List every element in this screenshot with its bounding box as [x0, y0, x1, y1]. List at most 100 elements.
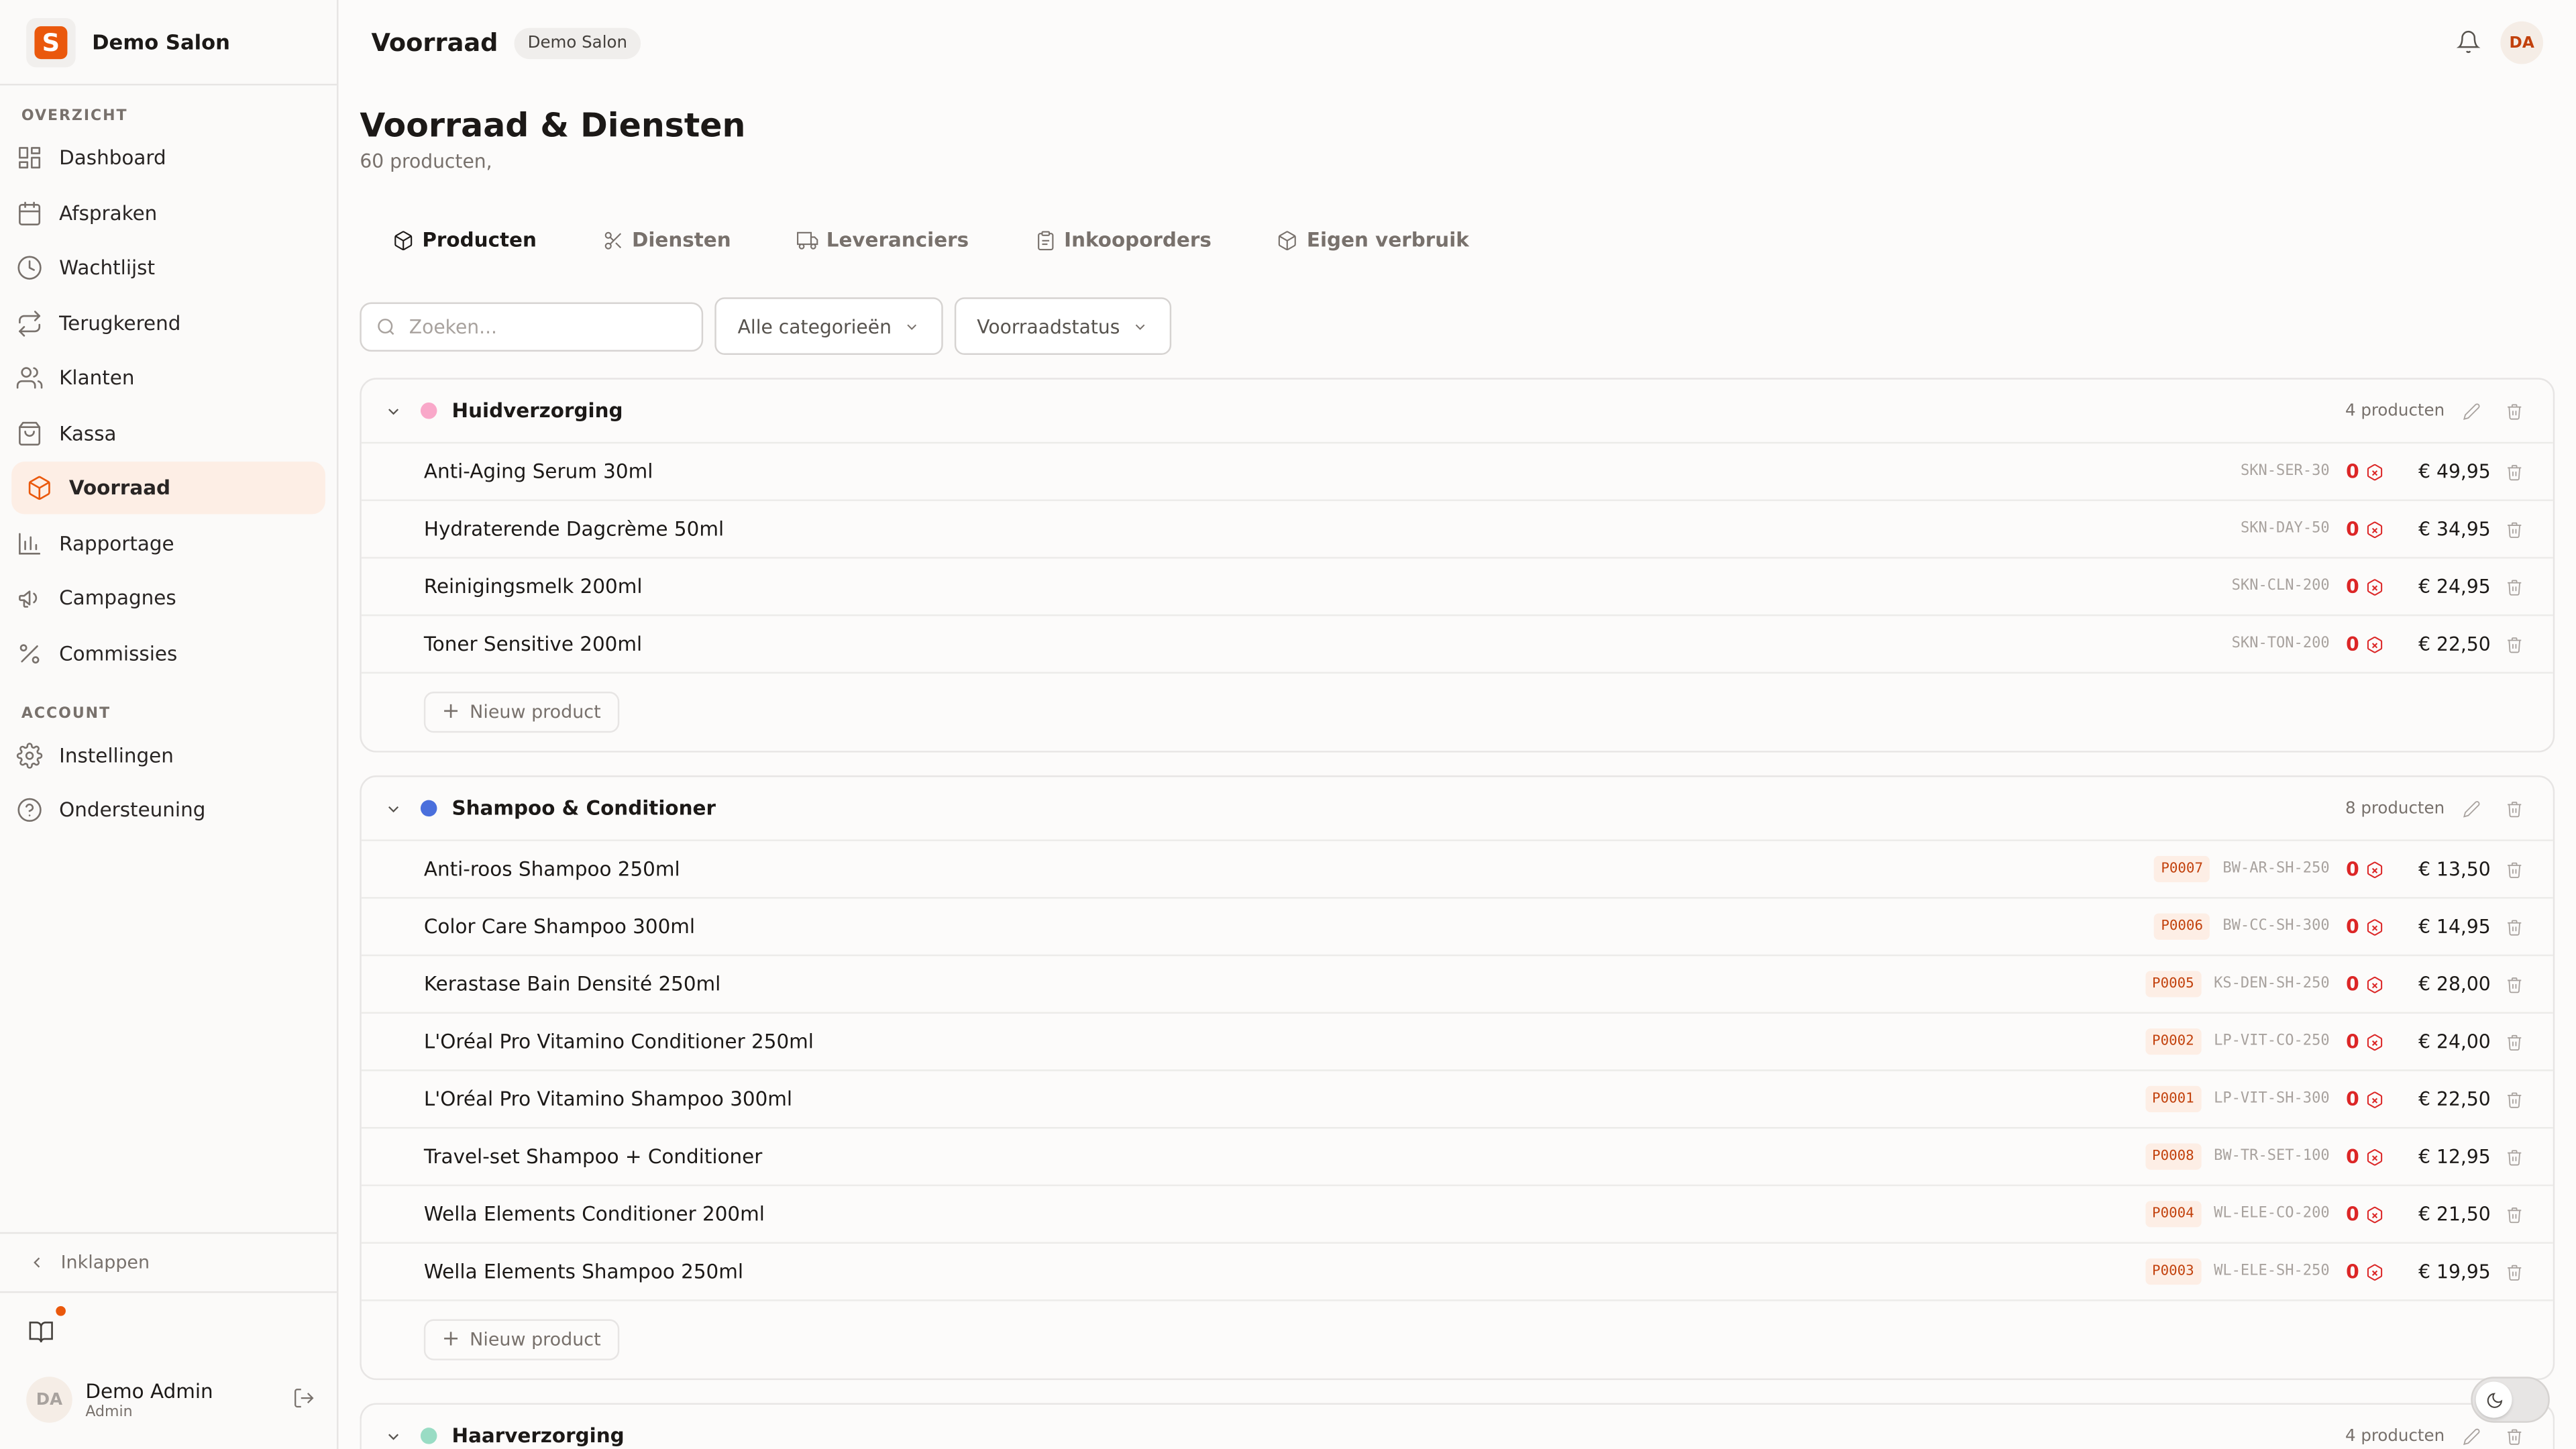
delete-product-button[interactable]: [2506, 456, 2524, 488]
plus-icon: +: [441, 700, 460, 725]
chevron-down-icon: [906, 323, 916, 329]
table-row[interactable]: Travel-set Shampoo + Conditioner P0008 BW-…: [361, 1127, 2553, 1185]
sidebar-item-ondersteuning[interactable]: Ondersteuning: [11, 784, 325, 836]
delete-product-button[interactable]: [2506, 1141, 2524, 1173]
table-row[interactable]: Wella Elements Shampoo 250ml P0003 WL-ELE-…: [361, 1242, 2553, 1299]
add-product-button[interactable]: + Nieuw product: [423, 1319, 619, 1360]
table-row[interactable]: Toner Sensitive 200ml SKN-TON-200 0 € 22,50: [361, 614, 2553, 672]
sidebar-item-label: Instellingen: [59, 743, 174, 767]
out-of-stock-icon: [2366, 629, 2384, 660]
tab-inkooporders[interactable]: Inkooporders: [1002, 228, 1244, 252]
delete-product-button[interactable]: [2506, 1026, 2524, 1057]
group-color-dot: [420, 1428, 437, 1444]
collapse-label: Inklappen: [60, 1252, 150, 1273]
salon-badge: Demo Salon: [514, 27, 641, 58]
edit-group-button[interactable]: [2463, 395, 2481, 427]
avatar[interactable]: DA: [2500, 21, 2544, 64]
sidebar-item-dashboard[interactable]: Dashboard: [11, 131, 325, 184]
logout-button[interactable]: [292, 1384, 315, 1415]
package-x-icon: [2367, 578, 2383, 595]
delete-product-button[interactable]: [2506, 1256, 2524, 1287]
table-row[interactable]: Color Care Shampoo 300ml P0006 BW-CC-SH-30…: [361, 897, 2553, 955]
sidebar-item-wachtlijst[interactable]: Wachtlijst: [11, 241, 325, 294]
sidebar-item-klanten[interactable]: Klanten: [11, 352, 325, 404]
brand-header[interactable]: S Demo Salon: [0, 0, 337, 86]
sidebar-item-terugkerend[interactable]: Terugkerend: [11, 297, 325, 349]
table-row[interactable]: L'Oréal Pro Vitamino Shampoo 300ml P0001 L…: [361, 1069, 2553, 1127]
collapse-group-button[interactable]: [384, 793, 402, 824]
sidebar-item-rapportage[interactable]: Rapportage: [11, 517, 325, 569]
out-of-stock-icon: [2366, 969, 2384, 1000]
category-select-value: Alle categorieën: [737, 314, 892, 338]
table-row[interactable]: Wella Elements Conditioner 200ml P0004 WL-…: [361, 1184, 2553, 1242]
stock-status-select[interactable]: Voorraadstatus: [953, 297, 1171, 355]
delete-product-button[interactable]: [2506, 853, 2524, 885]
add-product-label: Nieuw product: [470, 1329, 601, 1351]
table-row[interactable]: Reinigingsmelk 200ml SKN-CLN-200 0 € 24,95: [361, 557, 2553, 614]
delete-product-button[interactable]: [2506, 629, 2524, 660]
main-content: Voorraad & Diensten 60 producten, Produc…: [360, 85, 2555, 1449]
delete-product-button[interactable]: [2506, 1083, 2524, 1115]
sidebar-item-voorraad[interactable]: Voorraad: [11, 462, 325, 515]
delete-product-button[interactable]: [2506, 513, 2524, 545]
delete-group-button[interactable]: [2506, 793, 2524, 824]
delete-product-button[interactable]: [2506, 571, 2524, 602]
repeat-icon: [19, 309, 41, 336]
product-price: € 49,95: [2418, 460, 2491, 484]
tab-producten[interactable]: Producten: [360, 228, 570, 252]
notifications-button[interactable]: [2456, 30, 2481, 61]
sidebar-item-afspraken[interactable]: Afspraken: [11, 186, 325, 239]
product-code-badge: P0004: [2145, 1201, 2201, 1228]
trash-icon: [2508, 1264, 2522, 1280]
sidebar-item-instellingen[interactable]: Instellingen: [11, 729, 325, 781]
table-row[interactable]: Anti-roos Shampoo 250ml P0007 BW-AR-SH-250…: [361, 839, 2553, 897]
product-code-badge: P0007: [2154, 855, 2210, 883]
delete-product-button[interactable]: [2506, 1199, 2524, 1230]
product-price: € 14,95: [2418, 915, 2491, 938]
sidebar-item-commissies[interactable]: Commissies: [11, 627, 325, 679]
table-row[interactable]: Hydraterende Dagcrème 50ml SKN-DAY-50 0 € 3…: [361, 499, 2553, 557]
product-meta: P0003 WL-ELE-SH-250 0 € 19,95: [2145, 1256, 2523, 1287]
group-header[interactable]: Haarverzorging 4 producten: [362, 1405, 2553, 1449]
add-product-button[interactable]: + Nieuw product: [423, 692, 619, 733]
tab-diensten[interactable]: Diensten: [570, 228, 764, 252]
package-icon: [394, 230, 413, 250]
table-row[interactable]: Anti-Aging Serum 30ml SKN-SER-30 0 € 49,95: [361, 441, 2553, 500]
tab-leveranciers[interactable]: Leveranciers: [764, 228, 1002, 252]
chevron-down-icon: [388, 408, 399, 415]
product-meta: P0005 KS-DEN-SH-250 0 € 28,00: [2145, 969, 2523, 1000]
tab-bar: Producten Diensten Leveranciers Inkoopor…: [360, 215, 2555, 264]
product-price: € 28,00: [2418, 972, 2491, 996]
sidebar-item-campagnes[interactable]: Campagnes: [11, 572, 325, 624]
group-header[interactable]: Shampoo & Conditioner 8 producten: [362, 777, 2553, 839]
clock-icon: [17, 256, 42, 280]
collapse-group-button[interactable]: [384, 1420, 402, 1449]
product-price: € 24,00: [2418, 1030, 2491, 1053]
edit-group-button[interactable]: [2463, 1420, 2481, 1449]
sidebar-item-kassa[interactable]: Kassa: [11, 407, 325, 459]
add-product-label: Nieuw product: [470, 701, 601, 723]
category-select[interactable]: Alle categorieën: [714, 297, 943, 355]
trash-icon: [2508, 1091, 2522, 1108]
tab-eigen-verbruik[interactable]: Eigen verbruik: [1244, 228, 1502, 252]
docs-button[interactable]: [28, 1305, 66, 1346]
sidebar-item-label: Kassa: [59, 421, 117, 445]
table-row[interactable]: L'Oréal Pro Vitamino Conditioner 250ml P0…: [361, 1012, 2553, 1070]
delete-product-button[interactable]: [2506, 969, 2524, 1000]
delete-group-button[interactable]: [2506, 1420, 2524, 1449]
delete-product-button[interactable]: [2506, 911, 2524, 943]
group-header[interactable]: Huidverzorging 4 producten: [362, 380, 2553, 442]
collapse-group-button[interactable]: [384, 395, 402, 427]
edit-group-button[interactable]: [2463, 793, 2481, 824]
theme-toggle[interactable]: [2471, 1377, 2550, 1423]
stock-count: 0: [2346, 972, 2359, 996]
sidebar: S Demo Salon OVERZICHT Dashboard Afsprak…: [0, 0, 339, 1449]
user-profile[interactable]: DA Demo Admin Admin: [26, 1373, 315, 1426]
search-input[interactable]: [409, 314, 689, 338]
group-name: Haarverzorging: [451, 1424, 625, 1448]
trash-icon: [2508, 403, 2522, 419]
table-row[interactable]: Kerastase Bain Densité 250ml P0005 KS-DEN-…: [361, 954, 2553, 1012]
trash-icon: [2508, 1206, 2522, 1222]
delete-group-button[interactable]: [2506, 395, 2524, 427]
collapse-sidebar-button[interactable]: Inklappen: [0, 1232, 337, 1293]
